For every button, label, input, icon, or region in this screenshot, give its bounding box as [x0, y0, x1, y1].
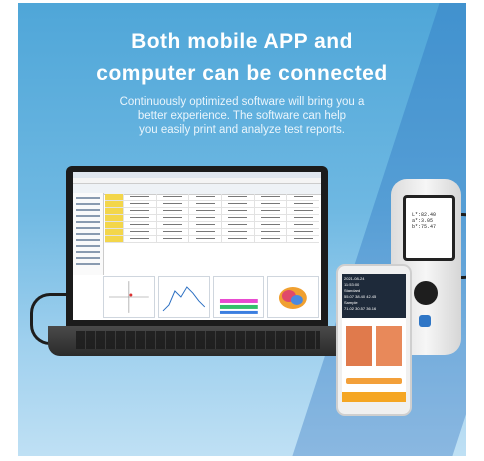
subtitle-line-1: Continuously optimized software will bri…: [119, 96, 365, 108]
subtitle: Continuously optimized software will bri…: [58, 95, 426, 137]
device-measure-button[interactable]: [414, 281, 438, 305]
subtitle-line-2: better experience. The software can help: [137, 110, 347, 122]
device-display: L*:82.40 a*:3.05 b*:75.47: [403, 195, 455, 261]
chromaticity-plot-panel: [103, 276, 155, 318]
table-row: [105, 194, 319, 201]
headline-line-2: computer can be connected: [96, 62, 388, 85]
software-chart-panels: [103, 276, 319, 318]
laptop-screen: [66, 166, 328, 326]
sample-color-swatch: [376, 326, 402, 366]
table-row: [105, 201, 319, 208]
table-row: [105, 208, 319, 215]
phone-app-screen: 2021-08-24 11:53:00 Standard 55.07 38.40…: [342, 274, 406, 402]
table-row: [105, 215, 319, 222]
phone-action-button[interactable]: [346, 378, 402, 384]
color-bars-icon: [219, 298, 258, 314]
color-sphere-panel: [267, 276, 319, 318]
poster: Both mobile APP and computer can be conn…: [18, 3, 466, 456]
color-sphere-icon: [279, 287, 308, 309]
software-tree-panel: [73, 193, 104, 275]
software-data-table: [105, 194, 319, 274]
phone-sample-values: 71.02 30.57 36.16: [344, 306, 377, 311]
headline-line-1: Both mobile APP and: [131, 30, 353, 53]
smartphone: 2021-08-24 11:53:00 Standard 55.07 38.40…: [336, 264, 412, 416]
crosshair-plot-icon: [108, 281, 149, 313]
subtitle-line-3: you easily print and analyze test report…: [139, 124, 345, 136]
color-bars-panel: [212, 276, 265, 318]
brand-logo-icon: [419, 315, 431, 327]
phone-readout-header: 2021-08-24 11:53:00 Standard 55.07 38.40…: [342, 274, 406, 318]
spectral-curve-icon: [162, 286, 205, 312]
table-row: [105, 229, 319, 236]
device-b-value: b*:75.47: [412, 224, 437, 230]
table-row: [105, 222, 319, 229]
table-row: [105, 236, 319, 243]
standard-color-swatch: [346, 326, 372, 366]
laptop-keyboard: [76, 331, 320, 349]
software-window: [73, 172, 321, 320]
phone-bottom-nav[interactable]: [342, 392, 406, 402]
spectral-curve-panel: [157, 276, 210, 318]
